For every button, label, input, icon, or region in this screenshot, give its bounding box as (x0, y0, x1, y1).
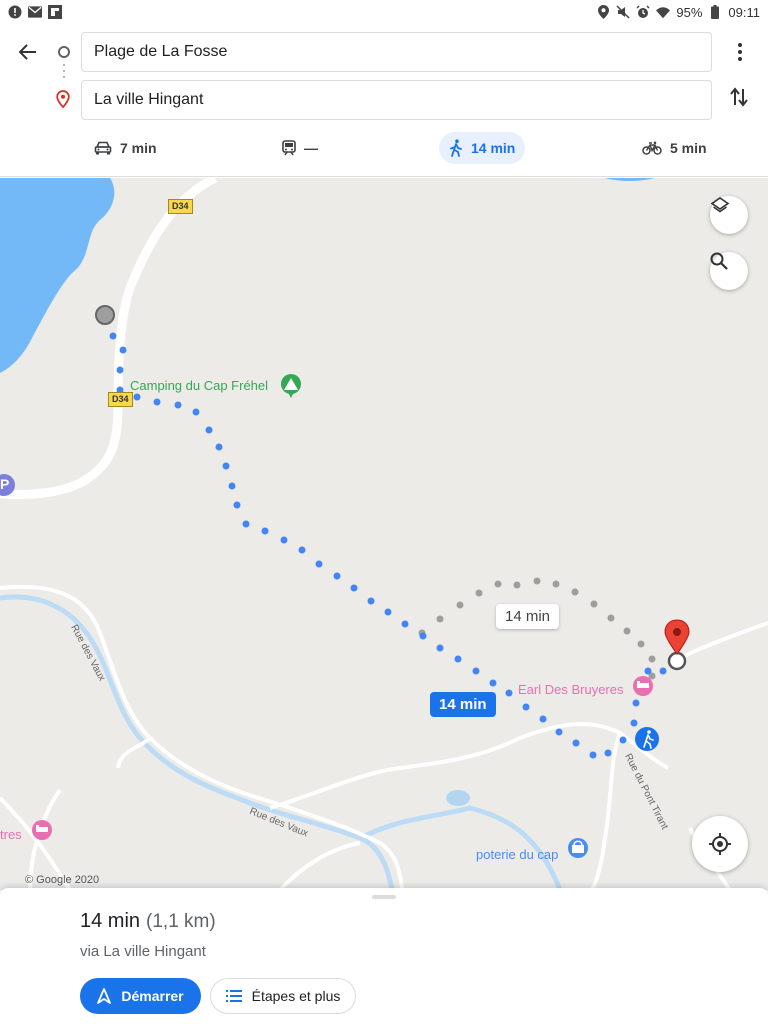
bed-icon-earl (633, 676, 653, 696)
road-east (679, 621, 768, 660)
wifi-icon (656, 5, 671, 19)
start-marker (95, 305, 115, 325)
road-shield-d34-bottom: D34 (108, 392, 133, 407)
alt-route-dots (418, 577, 656, 695)
mute-icon (616, 5, 630, 19)
clock: 09:11 (728, 4, 760, 20)
sea-water (0, 178, 115, 373)
map-copyright: © Google 2020 (25, 874, 100, 886)
poi-camping-label[interactable]: Camping du Cap Fréhel (130, 378, 268, 393)
train-icon (282, 140, 296, 156)
road-shield-d34-top: D34 (168, 199, 193, 214)
search-map-button[interactable] (710, 252, 748, 290)
mode-car-time: 7 min (120, 140, 157, 156)
car-icon (94, 141, 112, 155)
more-dots-icon (738, 43, 742, 47)
route-duration: 14 min (80, 910, 141, 932)
origin-input[interactable]: Plage de La Fosse (81, 32, 712, 72)
steps-label: Étapes et plus (251, 988, 341, 1004)
layers-button[interactable] (710, 196, 748, 234)
more-options-button[interactable] (730, 40, 750, 64)
route-duration-line: 14 min (1,1 km) (80, 910, 216, 933)
shop-icon-poterie (568, 838, 588, 858)
start-label: Démarrer (121, 988, 184, 1004)
camping-icon (281, 374, 301, 398)
layers-icon (710, 197, 730, 213)
road-south (278, 841, 361, 890)
walk-icon (450, 139, 462, 157)
swap-button[interactable] (728, 86, 750, 113)
mode-bike-time: 5 min (670, 140, 707, 156)
steps-button[interactable]: Étapes et plus (210, 978, 356, 1014)
map-view[interactable]: P D34 D34 Camping du Cap Fréhel Earl Des… (0, 178, 768, 890)
road-pont-tirant (590, 732, 622, 890)
alt-route-time-bubble[interactable]: 14 min (496, 604, 560, 629)
navigation-arrow-icon (97, 988, 112, 1004)
start-navigation-button[interactable]: Démarrer (80, 978, 201, 1014)
top-water (605, 178, 655, 181)
my-location-button[interactable] (692, 816, 748, 872)
walk-marker (635, 727, 659, 751)
alarm-icon (636, 5, 650, 19)
system-icons: 95% 09:11 (596, 5, 760, 20)
destination-endpoint (667, 651, 687, 671)
stream-vaux (0, 594, 395, 890)
directions-header: Plage de La Fosse La ville Hingant 7 min… (0, 24, 768, 177)
battery-icon (708, 5, 722, 19)
mode-transit-time: — (304, 140, 318, 156)
mail-icon (28, 5, 42, 19)
battery-percent: 95% (676, 4, 703, 20)
poi-partial-label[interactable]: tres (0, 827, 22, 842)
destination-pin-icon (56, 90, 70, 113)
road-vaux (0, 584, 404, 890)
notification-icons (8, 5, 62, 19)
swap-icon (730, 87, 748, 107)
mode-transit-tab[interactable]: — (272, 132, 328, 164)
pond-water (446, 790, 470, 806)
bike-icon (642, 141, 662, 155)
destination-marker-pin (664, 619, 690, 655)
flipboard-icon (48, 5, 62, 19)
route-summary-sheet[interactable]: 14 min (1,1 km) via La ville Hingant Déma… (0, 888, 768, 1024)
my-location-icon (709, 833, 731, 855)
parking-label: P (0, 476, 10, 492)
search-icon (710, 252, 728, 270)
back-arrow-icon (19, 44, 36, 60)
poi-poterie-label[interactable]: poterie du cap (476, 847, 558, 862)
main-route-time-bubble[interactable]: 14 min (430, 692, 496, 717)
road-branch-a (116, 736, 152, 769)
origin-text: Plage de La Fosse (94, 43, 228, 60)
destination-text: La ville Hingant (94, 91, 204, 108)
back-button[interactable] (12, 36, 44, 68)
status-bar: 95% 09:11 (0, 0, 768, 24)
destination-input[interactable]: La ville Hingant (81, 80, 712, 120)
list-icon (225, 990, 242, 1002)
route-distance: (1,1 km) (146, 911, 216, 932)
route-via: via La ville Hingant (80, 943, 206, 960)
drag-handle[interactable] (372, 895, 396, 899)
route-connector-icon (63, 64, 65, 84)
mode-walking-time: 14 min (471, 140, 516, 156)
mode-bike-tab[interactable]: 5 min (632, 132, 717, 164)
mode-car-tab[interactable]: 7 min (84, 132, 167, 164)
travel-mode-tabs: 7 min — 14 min 5 min (0, 130, 768, 166)
bed-icon-left (32, 820, 52, 840)
alert-icon (8, 5, 22, 19)
location-icon (596, 5, 610, 19)
poi-earl-label[interactable]: Earl Des Bruyeres (518, 682, 623, 697)
mode-walking-tab[interactable]: 14 min (439, 132, 526, 164)
origin-circle-icon (58, 46, 70, 58)
